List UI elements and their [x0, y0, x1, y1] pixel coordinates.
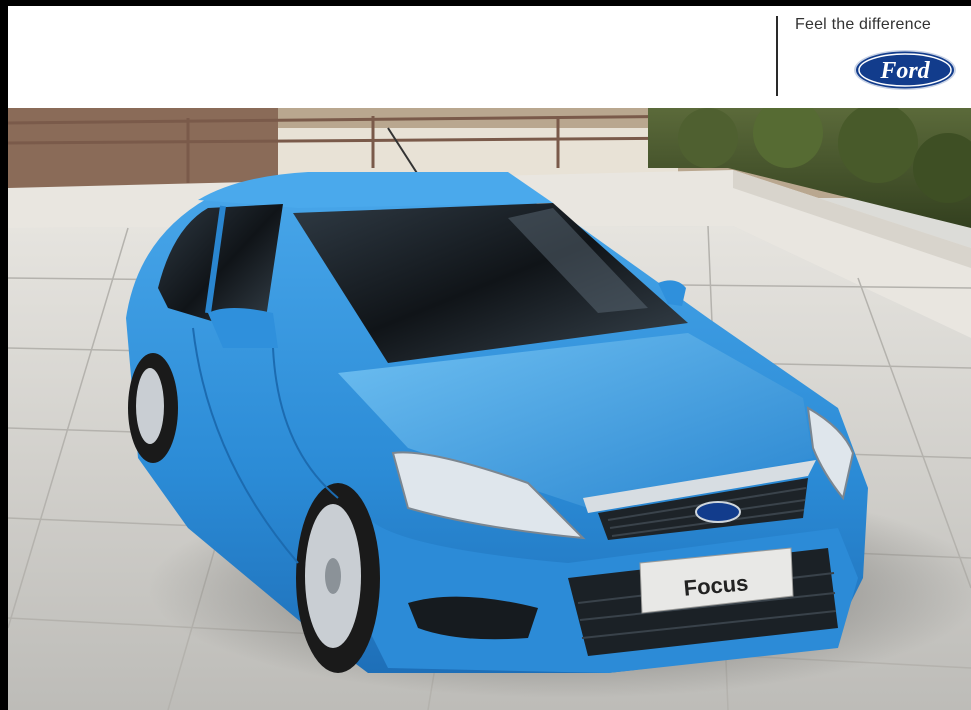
tagline: Feel the difference	[795, 16, 932, 33]
ford-logo-text: Ford	[879, 58, 930, 84]
car-photo: Focus	[8, 108, 971, 710]
ad-frame: Feel the difference Ford Focus	[8, 6, 971, 710]
ad-header: Feel the difference Ford	[8, 6, 971, 108]
header-divider	[776, 16, 778, 96]
ford-logo: Ford	[854, 50, 956, 90]
